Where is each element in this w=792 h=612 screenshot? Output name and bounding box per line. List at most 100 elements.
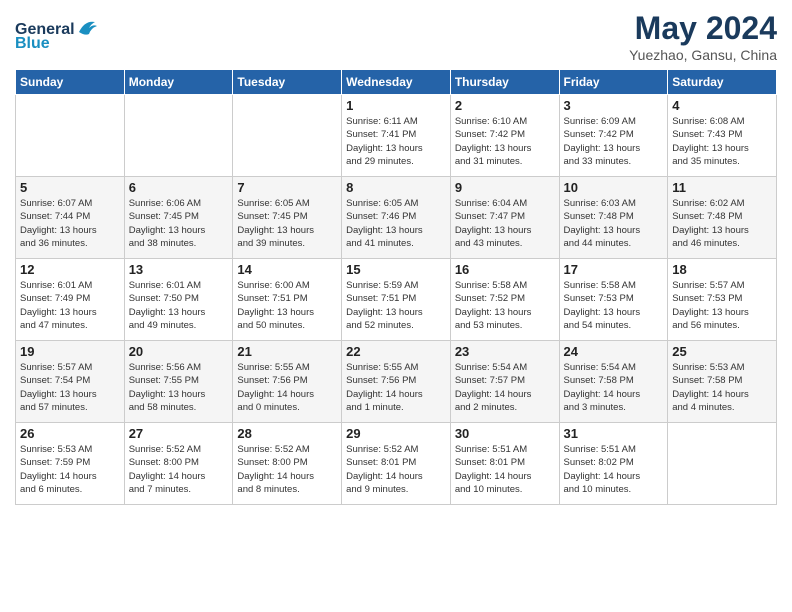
day-number: 30	[455, 426, 555, 441]
logo-blue: Blue	[15, 35, 50, 53]
day-number: 27	[129, 426, 229, 441]
col-tuesday: Tuesday	[233, 70, 342, 95]
day-info: Sunrise: 5:54 AM Sunset: 7:57 PM Dayligh…	[455, 361, 555, 414]
day-number: 13	[129, 262, 229, 277]
calendar-day-cell: 16 Sunrise: 5:58 AM Sunset: 7:52 PM Dayli…	[450, 259, 559, 341]
day-info: Sunrise: 6:06 AM Sunset: 7:45 PM Dayligh…	[129, 197, 229, 250]
day-number: 24	[564, 344, 664, 359]
day-number: 19	[20, 344, 120, 359]
day-info: Sunrise: 6:01 AM Sunset: 7:49 PM Dayligh…	[20, 279, 120, 332]
calendar-day-cell: 5 Sunrise: 6:07 AM Sunset: 7:44 PM Daylig…	[16, 177, 125, 259]
calendar-day-cell	[233, 95, 342, 177]
day-number: 16	[455, 262, 555, 277]
day-number: 4	[672, 98, 772, 113]
calendar-week-row: 5 Sunrise: 6:07 AM Sunset: 7:44 PM Daylig…	[16, 177, 777, 259]
calendar-day-cell: 9 Sunrise: 6:04 AM Sunset: 7:47 PM Daylig…	[450, 177, 559, 259]
day-info: Sunrise: 5:52 AM Sunset: 8:00 PM Dayligh…	[237, 443, 337, 496]
calendar-day-cell: 17Sunrise: 5:58 AM Sunset: 7:53 PM Dayli…	[559, 259, 668, 341]
location-subtitle: Yuezhao, Gansu, China	[629, 47, 777, 63]
day-info: Sunrise: 5:52 AM Sunset: 8:01 PM Dayligh…	[346, 443, 446, 496]
title-block: May 2024 Yuezhao, Gansu, China	[629, 10, 777, 63]
day-number: 21	[237, 344, 337, 359]
calendar-week-row: 12 Sunrise: 6:01 AM Sunset: 7:49 PM Dayli…	[16, 259, 777, 341]
col-wednesday: Wednesday	[342, 70, 451, 95]
day-info: Sunrise: 6:07 AM Sunset: 7:44 PM Dayligh…	[20, 197, 120, 250]
calendar-week-row: 26 Sunrise: 5:53 AM Sunset: 7:59 PM Dayli…	[16, 423, 777, 505]
calendar-day-cell: 4 Sunrise: 6:08 AM Sunset: 7:43 PM Daylig…	[668, 95, 777, 177]
calendar-week-row: 19 Sunrise: 5:57 AM Sunset: 7:54 PM Dayli…	[16, 341, 777, 423]
day-info: Sunrise: 5:53 AM Sunset: 7:59 PM Dayligh…	[20, 443, 120, 496]
day-number: 14	[237, 262, 337, 277]
calendar-week-row: 1 Sunrise: 6:11 AM Sunset: 7:41 PM Daylig…	[16, 95, 777, 177]
day-info: Sunrise: 5:56 AM Sunset: 7:55 PM Dayligh…	[129, 361, 229, 414]
day-number: 22	[346, 344, 446, 359]
calendar-day-cell: 28Sunrise: 5:52 AM Sunset: 8:00 PM Dayli…	[233, 423, 342, 505]
logo: General Blue	[15, 21, 99, 53]
day-number: 31	[564, 426, 664, 441]
day-number: 3	[564, 98, 664, 113]
col-saturday: Saturday	[668, 70, 777, 95]
day-number: 8	[346, 180, 446, 195]
calendar-day-cell: 23 Sunrise: 5:54 AM Sunset: 7:57 PM Dayli…	[450, 341, 559, 423]
day-info: Sunrise: 6:11 AM Sunset: 7:41 PM Dayligh…	[346, 115, 446, 168]
col-friday: Friday	[559, 70, 668, 95]
calendar-day-cell: 12 Sunrise: 6:01 AM Sunset: 7:49 PM Dayli…	[16, 259, 125, 341]
day-number: 26	[20, 426, 120, 441]
calendar-day-cell: 8 Sunrise: 6:05 AM Sunset: 7:46 PM Daylig…	[342, 177, 451, 259]
day-info: Sunrise: 6:10 AM Sunset: 7:42 PM Dayligh…	[455, 115, 555, 168]
day-info: Sunrise: 5:51 AM Sunset: 8:01 PM Dayligh…	[455, 443, 555, 496]
day-info: Sunrise: 6:02 AM Sunset: 7:48 PM Dayligh…	[672, 197, 772, 250]
day-info: Sunrise: 6:03 AM Sunset: 7:48 PM Dayligh…	[564, 197, 664, 250]
calendar-day-cell: 7Sunrise: 6:05 AM Sunset: 7:45 PM Daylig…	[233, 177, 342, 259]
calendar-day-cell: 13 Sunrise: 6:01 AM Sunset: 7:50 PM Dayli…	[124, 259, 233, 341]
calendar-day-cell: 14 Sunrise: 6:00 AM Sunset: 7:51 PM Dayli…	[233, 259, 342, 341]
calendar-day-cell: 21 Sunrise: 5:55 AM Sunset: 7:56 PM Dayli…	[233, 341, 342, 423]
calendar-day-cell: 19 Sunrise: 5:57 AM Sunset: 7:54 PM Dayli…	[16, 341, 125, 423]
month-title: May 2024	[629, 10, 777, 47]
calendar-day-cell: 1 Sunrise: 6:11 AM Sunset: 7:41 PM Daylig…	[342, 95, 451, 177]
col-thursday: Thursday	[450, 70, 559, 95]
calendar-day-cell	[668, 423, 777, 505]
calendar-day-cell: 15Sunrise: 5:59 AM Sunset: 7:51 PM Dayli…	[342, 259, 451, 341]
day-number: 20	[129, 344, 229, 359]
day-number: 11	[672, 180, 772, 195]
day-info: Sunrise: 6:08 AM Sunset: 7:43 PM Dayligh…	[672, 115, 772, 168]
logo-bird-icon	[77, 18, 99, 38]
day-number: 6	[129, 180, 229, 195]
col-sunday: Sunday	[16, 70, 125, 95]
day-number: 1	[346, 98, 446, 113]
day-info: Sunrise: 5:55 AM Sunset: 7:56 PM Dayligh…	[237, 361, 337, 414]
day-info: Sunrise: 5:58 AM Sunset: 7:52 PM Dayligh…	[455, 279, 555, 332]
day-info: Sunrise: 6:05 AM Sunset: 7:46 PM Dayligh…	[346, 197, 446, 250]
calendar-day-cell: 31Sunrise: 5:51 AM Sunset: 8:02 PM Dayli…	[559, 423, 668, 505]
day-number: 7	[237, 180, 337, 195]
day-number: 9	[455, 180, 555, 195]
day-info: Sunrise: 6:04 AM Sunset: 7:47 PM Dayligh…	[455, 197, 555, 250]
day-info: Sunrise: 5:57 AM Sunset: 7:54 PM Dayligh…	[20, 361, 120, 414]
calendar-day-cell: 11 Sunrise: 6:02 AM Sunset: 7:48 PM Dayli…	[668, 177, 777, 259]
day-number: 5	[20, 180, 120, 195]
day-number: 2	[455, 98, 555, 113]
page-container: General Blue May 2024 Yuezhao, Gansu, Ch…	[0, 0, 792, 515]
day-number: 25	[672, 344, 772, 359]
day-number: 15	[346, 262, 446, 277]
calendar-header-row: Sunday Monday Tuesday Wednesday Thursday…	[16, 70, 777, 95]
day-info: Sunrise: 5:58 AM Sunset: 7:53 PM Dayligh…	[564, 279, 664, 332]
day-info: Sunrise: 6:00 AM Sunset: 7:51 PM Dayligh…	[237, 279, 337, 332]
calendar-day-cell: 6 Sunrise: 6:06 AM Sunset: 7:45 PM Daylig…	[124, 177, 233, 259]
day-info: Sunrise: 6:09 AM Sunset: 7:42 PM Dayligh…	[564, 115, 664, 168]
day-number: 12	[20, 262, 120, 277]
day-info: Sunrise: 5:54 AM Sunset: 7:58 PM Dayligh…	[564, 361, 664, 414]
day-info: Sunrise: 5:52 AM Sunset: 8:00 PM Dayligh…	[129, 443, 229, 496]
calendar-day-cell: 27 Sunrise: 5:52 AM Sunset: 8:00 PM Dayli…	[124, 423, 233, 505]
day-number: 29	[346, 426, 446, 441]
day-info: Sunrise: 5:53 AM Sunset: 7:58 PM Dayligh…	[672, 361, 772, 414]
col-monday: Monday	[124, 70, 233, 95]
calendar-day-cell: 25 Sunrise: 5:53 AM Sunset: 7:58 PM Dayli…	[668, 341, 777, 423]
calendar-day-cell: 24 Sunrise: 5:54 AM Sunset: 7:58 PM Dayli…	[559, 341, 668, 423]
day-number: 23	[455, 344, 555, 359]
day-info: Sunrise: 6:01 AM Sunset: 7:50 PM Dayligh…	[129, 279, 229, 332]
calendar-day-cell: 18Sunrise: 5:57 AM Sunset: 7:53 PM Dayli…	[668, 259, 777, 341]
day-number: 18	[672, 262, 772, 277]
calendar-day-cell: 30 Sunrise: 5:51 AM Sunset: 8:01 PM Dayli…	[450, 423, 559, 505]
